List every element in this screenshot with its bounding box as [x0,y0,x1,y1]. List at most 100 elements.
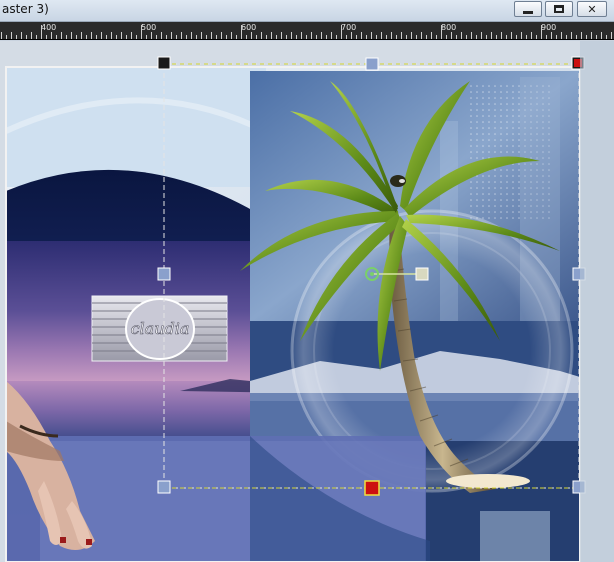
ruler-tick [571,32,572,39]
ruler-tick [46,35,47,39]
minimize-button[interactable] [514,1,542,17]
ruler-tick [21,32,22,39]
ruler-tick [611,32,612,39]
watermark-text: claudia [131,319,190,338]
ruler-tick [151,32,152,39]
ruler-tick [511,32,512,39]
ruler-tick [26,35,27,39]
ruler-tick [376,35,377,39]
transform-handle[interactable] [157,480,171,494]
ruler-tick [451,32,452,39]
ruler-tick [516,35,517,39]
ruler-tick [161,32,162,39]
ruler-tick [76,35,77,39]
ruler-tick [336,35,337,39]
ruler-tick [536,35,537,39]
image-canvas[interactable]: claudia [0,41,614,562]
maximize-button[interactable] [545,1,573,17]
ruler-tick [246,35,247,39]
ruler-tick [531,32,532,39]
ruler-tick [566,35,567,39]
ruler-tick [176,35,177,39]
pick-tool-handle-icon[interactable] [364,480,380,496]
ruler-tick [231,32,232,39]
ruler-tick [11,32,12,39]
ruler-tick [456,35,457,39]
ruler-tick [476,35,477,39]
ruler-tick [61,32,62,39]
ruler-tick [356,35,357,39]
canvas-right-margin [580,41,614,562]
transform-handle[interactable] [415,267,429,281]
ruler-label: 400 [41,23,57,32]
ruler-tick [266,35,267,39]
ruler-tick [581,32,582,39]
ruler-label: 900 [541,23,557,32]
ruler-tick [316,35,317,39]
ruler-tick [171,32,172,39]
ruler-tick [546,35,547,39]
ruler-tick [491,32,492,39]
ruler-tick [606,35,607,39]
ruler-tick [281,32,282,39]
window-title-bar: aster 3) ✕ [0,0,614,22]
ruler-label: 800 [441,23,457,32]
transform-handle[interactable] [157,267,171,281]
ruler-tick [96,35,97,39]
ruler-tick [446,35,447,39]
ruler-tick [201,32,202,39]
ruler-tick [601,32,602,39]
ruler-tick [381,32,382,39]
minimize-icon [523,10,533,14]
ruler-tick [31,32,32,39]
ruler-label: 700 [341,23,357,32]
ruler-tick [426,35,427,39]
ruler-tick [166,35,167,39]
ruler-tick [321,32,322,39]
ruler-tick [496,35,497,39]
ruler-tick [461,32,462,39]
ruler-tick [486,35,487,39]
ruler-tick [41,25,42,39]
ruler-tick [236,35,237,39]
ruler-tick [346,35,347,39]
transform-handle[interactable] [157,56,171,70]
ruler-tick [241,25,242,39]
ruler-tick [91,32,92,39]
ruler-tick [416,35,417,39]
ruler-tick [541,25,542,39]
ruler-tick [326,35,327,39]
ruler-tick [391,32,392,39]
ruler-label: 500 [141,23,157,32]
ruler-tick [221,32,222,39]
ruler-tick [226,35,227,39]
ruler-tick [386,35,387,39]
ruler-tick [101,32,102,39]
maximize-icon [554,5,564,13]
ruler-tick [186,35,187,39]
ruler-tick [411,32,412,39]
ruler-tick [401,32,402,39]
horizontal-ruler[interactable]: 400 500 600 700 800 900 [0,22,614,40]
ruler-tick [16,35,17,39]
ruler-tick [56,35,57,39]
ruler-tick [406,35,407,39]
ruler-tick [481,32,482,39]
ruler-tick [131,32,132,39]
ruler-tick [341,25,342,39]
ruler-tick [146,35,147,39]
ruler-tick [526,35,527,39]
ruler-tick [211,32,212,39]
ruler-tick [286,35,287,39]
transform-handle[interactable] [365,57,379,71]
ruler-tick [366,35,367,39]
ruler-tick [81,32,82,39]
ruler-tick [256,35,257,39]
ruler-tick [191,32,192,39]
ruler-tick [311,32,312,39]
ruler-tick [66,35,67,39]
ruler-tick [331,32,332,39]
ruler-tick [126,35,127,39]
ruler-tick [86,35,87,39]
close-button[interactable]: ✕ [577,1,607,17]
